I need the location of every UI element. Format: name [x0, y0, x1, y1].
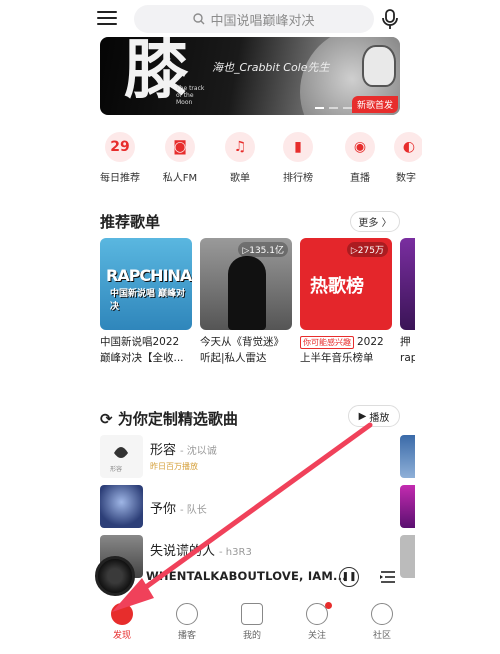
live-icon: ◉ — [345, 132, 375, 162]
more-button[interactable]: 更多 〉 — [350, 211, 400, 232]
person-image — [228, 256, 266, 330]
chart-bars-icon: ▮ — [283, 132, 313, 162]
playlist-title: 中国新说唱2022 — [100, 336, 180, 348]
section-title-text: 为你定制精选歌曲 — [117, 410, 238, 428]
song-hint: 昨日百万播放 — [150, 462, 198, 471]
player-title: WHENTALKABOUTLOVE, IAM... — [146, 569, 347, 583]
nav-label: 关注 — [307, 631, 326, 641]
notification-dot — [325, 602, 332, 609]
song-name: 予你 — [150, 502, 177, 517]
section-title-recommend: 推荐歌单 — [100, 213, 161, 231]
cover-text: 热歌榜 — [310, 276, 364, 297]
nav-label: 播客 — [177, 631, 196, 641]
svg-text:形容: 形容 — [110, 465, 122, 473]
podcast-icon — [176, 603, 198, 625]
nav-discover[interactable]: 发现 — [92, 603, 152, 643]
community-icon — [371, 603, 393, 625]
mini-player[interactable]: WHENTALKABOUTLOVE, IAM... ❚❚ — [95, 556, 405, 598]
search-icon — [193, 13, 205, 25]
song-singer: - 队长 — [180, 505, 207, 516]
side-cover[interactable] — [400, 485, 415, 528]
playlist-cover: RAPCHINA 中国新说唱 巅峰对决 — [100, 238, 192, 330]
player-disc[interactable] — [95, 556, 135, 596]
bottom-nav: 发现 播客 我的 关注 社区 — [92, 602, 412, 643]
mic-icon[interactable] — [380, 8, 400, 30]
playlist-card[interactable]: 押 rap — [400, 238, 415, 366]
refresh-icon[interactable]: ⟳ — [100, 410, 113, 428]
playlist-queue-icon[interactable] — [379, 568, 397, 586]
cover-text: 中国新说唱 巅峰对决 — [110, 289, 186, 312]
playlist-title: rap — [400, 352, 415, 364]
entry-charts[interactable]: ▮ 排行榜 — [270, 132, 326, 184]
interest-tag: 你可能感兴趣 — [300, 336, 354, 349]
playlist-title: 押 — [400, 336, 411, 348]
quick-entry-row: 29 每日推荐 ◙ 私人FM ♫ 歌单 ▮ 排行榜 ◉ 直播 ◐ 数字 — [92, 132, 422, 184]
entry-playlist[interactable]: ♫ 歌单 — [212, 132, 268, 184]
entry-label: 歌单 — [230, 173, 250, 184]
calendar-icon: 29 — [105, 132, 135, 162]
playlist-cover: 热歌榜 ▷275万 — [300, 238, 392, 330]
play-label: 播放 — [369, 412, 390, 424]
side-cover[interactable] — [400, 435, 415, 478]
entry-label: 私人FM — [162, 173, 198, 184]
playlist-cover — [400, 238, 415, 330]
song-row[interactable]: 形容 形容 - 沈以诚 昨日百万播放 — [100, 435, 400, 479]
entry-label: 每日推荐 — [100, 173, 140, 184]
playlist-card[interactable]: RAPCHINA 中国新说唱 巅峰对决 中国新说唱2022 巅峰对决【全收... — [100, 238, 192, 366]
playlist-title: 巅峰对决【全收... — [100, 352, 184, 364]
radio-icon: ◙ — [165, 132, 195, 162]
discover-icon — [111, 603, 133, 625]
music-note-icon — [241, 603, 263, 625]
entry-daily[interactable]: 29 每日推荐 — [92, 132, 148, 184]
song-name: 形容 — [150, 443, 177, 458]
playlist-card[interactable]: ▷135.1亿 今天从《背觉迷》 听起|私人雷达 — [200, 238, 292, 366]
playlist-card[interactable]: 热歌榜 ▷275万 你可能感兴趣 2022 上半年音乐榜单 — [300, 238, 392, 366]
entry-label: 数字 — [396, 173, 416, 184]
menu-icon[interactable] — [97, 9, 117, 27]
playlist-title: 2022 — [357, 336, 384, 348]
nav-podcast[interactable]: 播客 — [157, 603, 217, 643]
playlist-title: 上半年音乐榜单 — [300, 352, 374, 364]
song-cover: 形容 — [100, 435, 143, 478]
search-bar[interactable]: 中国说唱巅峰对决 — [134, 5, 374, 33]
entry-label: 直播 — [350, 173, 370, 184]
song-singer: - 沈以诚 — [180, 446, 217, 457]
nav-label: 社区 — [372, 631, 391, 641]
play-all-button[interactable]: ▶ 播放 — [348, 405, 400, 427]
nav-mine[interactable]: 我的 — [222, 603, 282, 643]
cover-text: RAPCHINA — [106, 266, 192, 285]
banner-badge: 新歌首发 — [351, 96, 398, 113]
song-row[interactable]: 予你 - 队长 — [100, 485, 400, 529]
banner[interactable]: 膝 海也_Crabbit Cole先生 The track of the Moo… — [100, 37, 400, 115]
search-placeholder: 中国说唱巅峰对决 — [210, 13, 315, 29]
song-cover — [100, 485, 143, 528]
entry-fm[interactable]: ◙ 私人FM — [152, 132, 208, 184]
nav-label: 我的 — [242, 631, 261, 641]
banner-caption: The track of the Moon — [176, 85, 205, 106]
nav-label: 发现 — [112, 631, 131, 641]
pause-button[interactable]: ❚❚ — [339, 567, 359, 587]
digital-icon: ◐ — [394, 132, 422, 162]
playlist-cover: ▷135.1亿 — [200, 238, 292, 330]
entry-digital[interactable]: ◐ 数字 — [388, 132, 422, 184]
play-icon: ▶ — [358, 410, 367, 422]
astronaut-image — [362, 45, 396, 87]
section-title-custom: ⟳ 为你定制精选歌曲 — [100, 408, 238, 429]
play-count: ▷275万 — [346, 242, 388, 257]
banner-subtitle: 海也_Crabbit Cole先生 — [212, 61, 330, 74]
playlist-title: 今天从《背觉迷》 — [200, 336, 284, 348]
playlist-title: 听起|私人雷达 — [200, 352, 267, 364]
nav-community[interactable]: 社区 — [352, 603, 412, 643]
entry-label: 排行榜 — [283, 173, 313, 184]
nav-follow[interactable]: 关注 — [287, 602, 347, 643]
play-count: ▷135.1亿 — [238, 242, 288, 257]
entry-live[interactable]: ◉ 直播 — [332, 132, 388, 184]
playlist-icon: ♫ — [225, 132, 255, 162]
